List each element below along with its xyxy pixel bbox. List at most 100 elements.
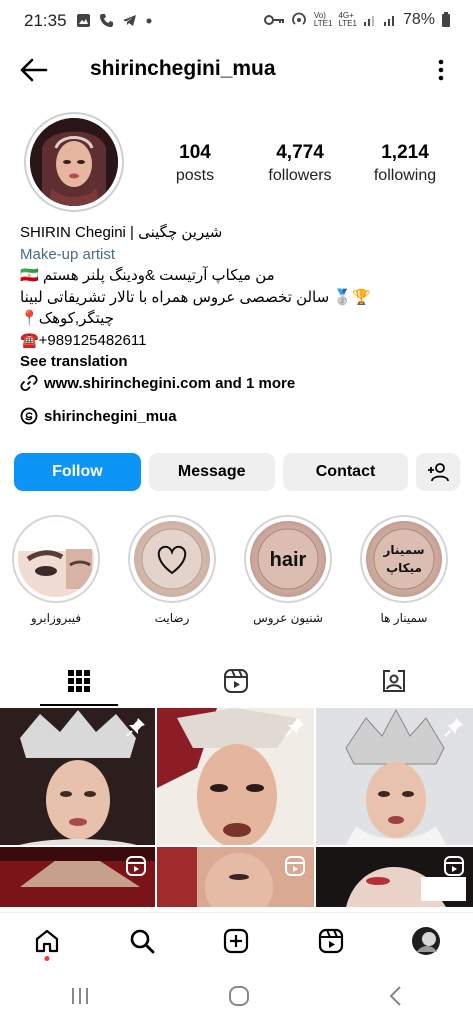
seminar-cover-icon: سمینار میکاپ — [373, 528, 435, 590]
profile-avatar[interactable] — [24, 112, 124, 212]
post-thumbnail[interactable] — [316, 847, 473, 912]
highlight-label: شنیون عروس — [253, 611, 323, 625]
search-icon — [130, 929, 155, 953]
post-thumbnail[interactable] — [0, 708, 155, 845]
hair-cover-icon: hair — [257, 528, 319, 590]
nav-profile[interactable] — [406, 921, 446, 961]
suggested-users-button[interactable] — [416, 453, 461, 491]
highlight-label: سمینار ها — [380, 611, 428, 625]
svg-text:hair: hair — [270, 549, 307, 571]
status-right: Vo) LTE1 4G+ LTE1 78% — [263, 11, 451, 29]
header-username: shirinchegini_mua — [90, 57, 276, 80]
bio-line-4: ☎️+989125482611 — [20, 331, 147, 349]
followers-label: followers — [268, 167, 332, 184]
notification-dot — [44, 955, 50, 961]
nav-reels[interactable] — [311, 921, 351, 961]
website-link[interactable]: www.shirinchegini.com and 1 more — [20, 373, 460, 395]
more-options-icon[interactable] — [437, 58, 445, 82]
nav-create[interactable] — [216, 921, 256, 961]
see-translation-link[interactable]: See translation — [20, 351, 460, 373]
profile-avatar-icon — [411, 926, 440, 955]
highlight-label: فیبروزابرو — [30, 611, 82, 625]
home-icon — [36, 929, 59, 952]
volte-label: Vo) LTE1 — [313, 11, 333, 28]
key-icon — [263, 15, 284, 25]
tagged-icon — [382, 670, 405, 692]
nav-home[interactable] — [27, 921, 67, 961]
highlight-item[interactable]: رضایت — [128, 515, 216, 635]
battery-icon — [442, 12, 450, 27]
bottom-navigation — [0, 912, 473, 968]
threads-icon — [20, 407, 38, 425]
profile-header: shirinchegini_mua — [0, 48, 473, 92]
nav-search[interactable] — [122, 921, 162, 961]
status-time: 21:35 — [24, 11, 67, 30]
heart-outline-icon — [141, 528, 203, 590]
signal-icon — [363, 16, 374, 26]
post-thumbnail[interactable] — [157, 708, 314, 845]
post-thumbnail[interactable] — [0, 847, 155, 912]
threads-username: shirinchegini_mua — [44, 407, 177, 425]
gallery-icon — [77, 14, 90, 27]
following-count: 1,214 — [381, 142, 429, 163]
highlight-cover: سمینار میکاپ — [366, 521, 442, 597]
threads-link[interactable]: shirinchegini_mua — [20, 407, 177, 425]
posts-count: 104 — [179, 142, 211, 163]
signal-2-icon — [383, 16, 394, 26]
story-highlights: فیبروزابرو رضایت hair شنیون عروس سمینار … — [12, 515, 473, 635]
tab-posts-grid[interactable] — [0, 656, 158, 706]
profile-bio: SHIRIN Chegini | شیرین چگینی Make-up art… — [20, 222, 460, 394]
back-arrow-icon[interactable] — [18, 56, 50, 84]
follow-button[interactable]: Follow — [14, 453, 141, 491]
contact-button[interactable]: Contact — [282, 453, 409, 491]
highlight-cover — [134, 521, 210, 597]
brow-photo-icon — [18, 521, 94, 597]
network-label: 4G+ LTE1 — [338, 11, 357, 28]
message-button[interactable]: Message — [148, 453, 275, 491]
pinned-icon — [444, 718, 463, 737]
status-left-icons — [76, 13, 153, 28]
post-thumbnail[interactable] — [157, 847, 314, 912]
recent-apps-icon[interactable] — [69, 986, 91, 1006]
post-thumbnail[interactable] — [316, 708, 473, 845]
battery-percent: 78% — [402, 11, 435, 28]
avatar-portrait — [30, 118, 118, 206]
hotspot-icon — [292, 12, 306, 25]
profile-name: SHIRIN Chegini | شیرین چگینی — [20, 224, 223, 241]
dot-icon — [146, 18, 152, 24]
tab-reels[interactable] — [158, 656, 316, 706]
reel-icon — [126, 856, 146, 876]
highlight-item[interactable]: فیبروزابرو — [12, 515, 100, 635]
add-user-icon — [428, 463, 450, 482]
svg-text:سمینار: سمینار — [382, 543, 424, 557]
website-text: www.shirinchegini.com and 1 more — [44, 374, 296, 392]
svg-text:میکاپ: میکاپ — [386, 561, 422, 575]
following-label: following — [373, 167, 437, 184]
grid-icon — [67, 670, 90, 692]
system-back-icon[interactable] — [388, 985, 404, 1007]
reel-icon — [444, 856, 464, 876]
stat-followers[interactable]: 4,774 followers — [255, 142, 345, 185]
link-icon — [20, 375, 38, 392]
stat-following[interactable]: 1,214 following — [360, 142, 450, 185]
bio-line-1: 🇮🇷 من میکاپ آرتیست &ودینگ پلنر هستم — [20, 267, 275, 284]
home-button-icon[interactable] — [228, 985, 250, 1007]
stat-posts[interactable]: 104 posts — [150, 142, 240, 185]
telegram-icon — [123, 15, 136, 26]
posts-label: posts — [175, 167, 215, 184]
status-bar: 21:35 Vo) LTE1 4G+ LTE1 78% — [0, 0, 473, 44]
highlight-cover: hair — [250, 521, 326, 597]
add-post-icon — [224, 928, 249, 953]
bio-line-2: سالن تخصصی عروس همراه با تالار تشریفاتی … — [20, 288, 371, 306]
posts-grid — [0, 708, 473, 912]
profile-stats: 104 posts 4,774 followers 1,214 followin… — [150, 142, 450, 185]
tab-tagged[interactable] — [315, 656, 473, 706]
highlight-item[interactable]: سمینار میکاپ سمینار ها — [360, 515, 448, 635]
profile-category[interactable]: Make-up artist — [20, 244, 460, 266]
reels-icon — [224, 669, 249, 693]
profile-tabs — [0, 656, 473, 706]
followers-count: 4,774 — [276, 142, 324, 163]
system-navigation — [0, 968, 473, 1024]
highlight-item[interactable]: hair شنیون عروس — [244, 515, 332, 635]
avatar-image — [30, 118, 118, 206]
